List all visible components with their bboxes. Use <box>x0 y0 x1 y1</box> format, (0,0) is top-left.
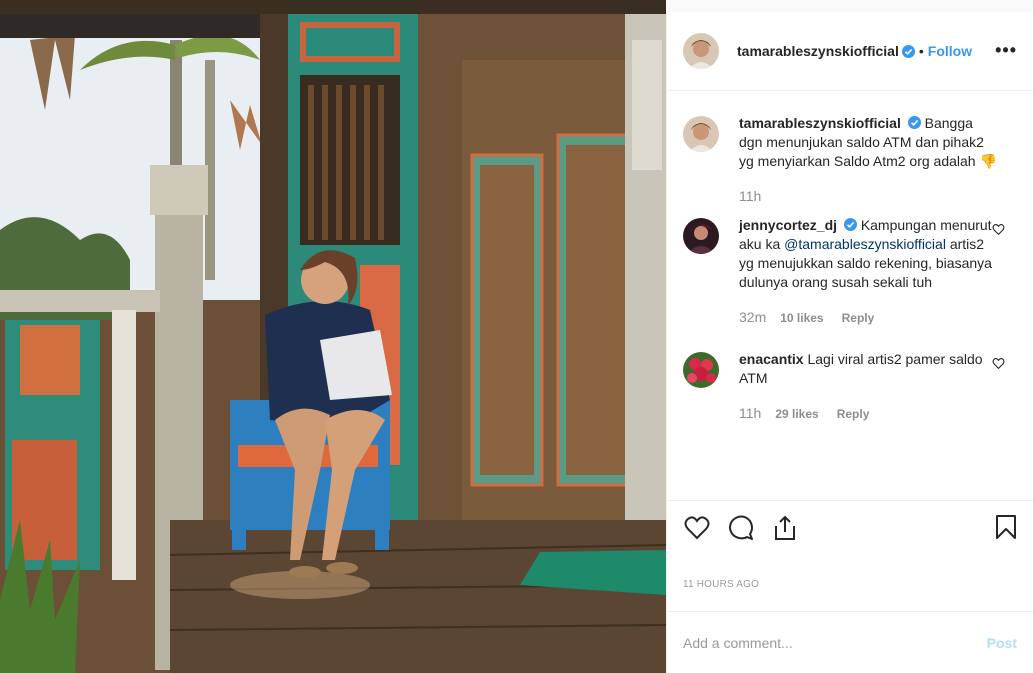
more-options-icon[interactable]: ••• <box>995 40 1017 61</box>
verified-badge-icon <box>843 217 857 231</box>
post-actions-bar <box>667 501 1033 555</box>
comment-icon[interactable] <box>727 514 755 542</box>
comments-list[interactable]: tamarableszynskiofficial Bangga dgn menu… <box>667 91 1033 501</box>
post-side-panel: tamarableszynskiofficial • Follow ••• ta… <box>666 12 1033 673</box>
commenter-avatar[interactable] <box>683 352 719 388</box>
post-comment-button[interactable]: Post <box>987 635 1017 651</box>
comment-likes[interactable]: 29 likes <box>775 405 818 424</box>
commenter-avatar[interactable] <box>683 218 719 254</box>
comment-time[interactable]: 11h <box>739 187 761 206</box>
author-username[interactable]: tamarableszynskiofficial <box>737 43 899 59</box>
reply-button[interactable]: Reply <box>842 309 875 328</box>
comment-time[interactable]: 32m <box>739 308 766 327</box>
comment-username[interactable]: enacantix <box>739 351 804 367</box>
comment-username[interactable]: jennycortez_dj <box>739 217 837 233</box>
comment-time[interactable]: 11h <box>739 404 761 423</box>
comment-likes[interactable]: 10 likes <box>780 309 823 328</box>
share-icon[interactable] <box>771 514 799 542</box>
comment-username[interactable]: tamarableszynskiofficial <box>739 115 901 131</box>
like-comment-heart-icon[interactable] <box>992 223 1005 236</box>
post-photo-illustration <box>0 0 666 673</box>
caption-comment: tamarableszynskiofficial Bangga dgn menu… <box>667 114 1033 206</box>
author-avatar[interactable] <box>683 33 719 69</box>
separator-dot: • <box>918 43 924 59</box>
add-comment-bar: Post <box>667 611 1033 673</box>
follow-button[interactable]: Follow <box>928 43 972 59</box>
post-photo[interactable] <box>0 0 666 673</box>
reply-button[interactable]: Reply <box>837 405 870 424</box>
post-timestamp[interactable]: 11 HOURS AGO <box>667 579 1033 590</box>
mention-link[interactable]: @tamarableszynskiofficial <box>784 236 946 252</box>
comment-item: enacantix Lagi viral artis2 pamer saldo … <box>667 350 1033 424</box>
comment-item: jennycortez_dj Kampungan menurut aku ka … <box>667 216 1033 328</box>
bookmark-icon[interactable] <box>995 514 1017 545</box>
verified-badge-icon <box>901 44 915 58</box>
post-header: tamarableszynskiofficial • Follow ••• <box>667 12 1033 91</box>
like-comment-heart-icon[interactable] <box>992 357 1005 370</box>
verified-badge-icon <box>907 115 921 129</box>
add-comment-input[interactable] <box>683 634 987 651</box>
heart-icon[interactable] <box>683 514 711 542</box>
author-avatar[interactable] <box>683 116 719 152</box>
